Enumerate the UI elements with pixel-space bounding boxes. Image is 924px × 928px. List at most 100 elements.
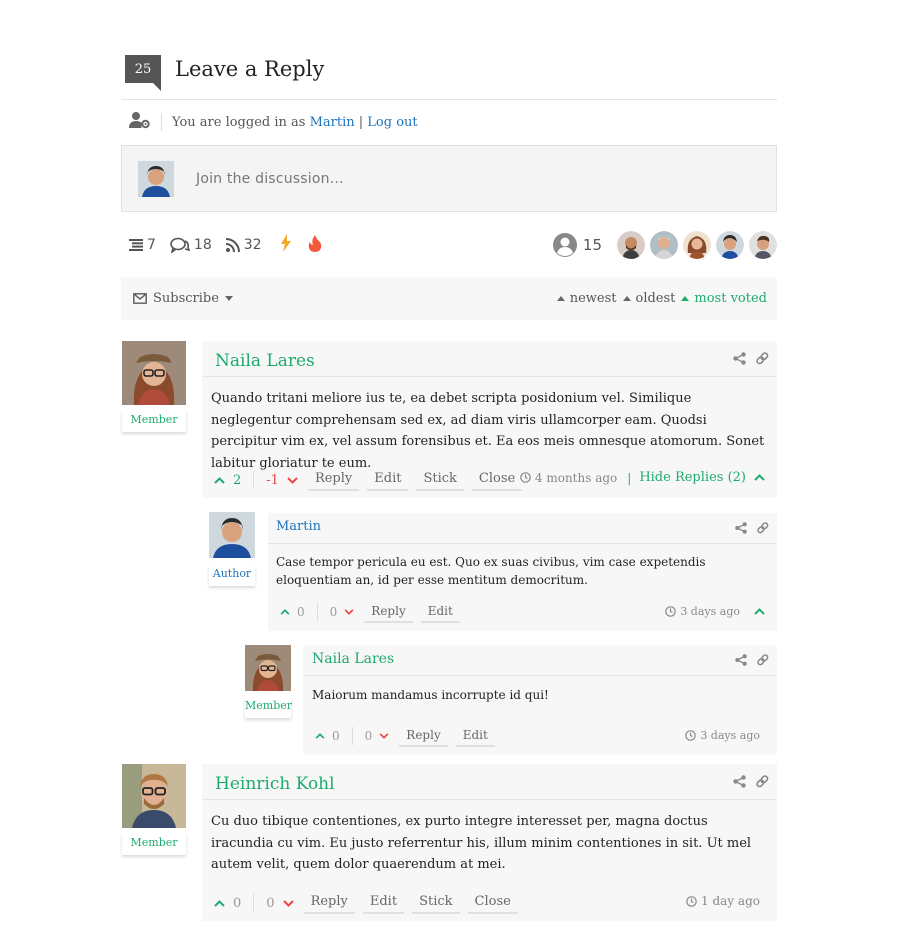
comment-author[interactable]: Naila Lares	[215, 351, 315, 371]
vote-down-count: -1	[266, 472, 279, 488]
threads-stat: 7	[129, 237, 156, 253]
sort-newest[interactable]: newest	[556, 291, 617, 306]
comment-author[interactable]: Naila Lares	[312, 651, 394, 667]
comment-meta: 4 months ago | Hide Replies (2)	[520, 470, 769, 485]
close-button[interactable]: Close	[471, 469, 523, 491]
replies-count: 18	[193, 237, 212, 253]
edit-button[interactable]: Edit	[455, 725, 495, 747]
vote-up-button[interactable]: 2	[214, 473, 245, 488]
comment-time[interactable]: 3 days ago	[700, 729, 760, 742]
edit-button[interactable]: Edit	[367, 469, 409, 491]
threads-count: 7	[147, 237, 156, 253]
share-icon[interactable]	[735, 654, 747, 666]
vote-down-button[interactable]: 0	[262, 896, 294, 911]
editor-placeholder: Join the discussion...	[196, 170, 344, 187]
reply-button[interactable]: Reply	[303, 892, 355, 914]
link-icon[interactable]	[757, 654, 769, 666]
role-badge: Member	[122, 833, 186, 855]
role-badge: Author	[209, 564, 255, 586]
link-icon[interactable]	[757, 522, 769, 534]
avatar[interactable]	[245, 645, 291, 691]
comment-header: Heinrich Kohl	[202, 764, 777, 800]
fire-icon[interactable]	[308, 234, 322, 256]
vote-up-button[interactable]: 0	[315, 729, 344, 743]
comment-text: Quando tritani meliore ius te, ea debet …	[211, 391, 765, 471]
avatar[interactable]	[749, 231, 777, 259]
clock-icon	[665, 606, 677, 617]
share-icon[interactable]	[733, 352, 746, 365]
comment-time[interactable]: 1 day ago	[701, 894, 760, 908]
avatar[interactable]	[650, 231, 678, 259]
vote-up-button[interactable]: 0	[214, 896, 245, 911]
vote-down-button[interactable]: 0	[361, 729, 390, 743]
comment-card: Naila Lares Maiorum mandamus incorrupte …	[303, 645, 777, 755]
chevron-up-icon[interactable]	[754, 608, 765, 615]
vote-up-button[interactable]: 0	[280, 605, 309, 619]
avatar[interactable]	[716, 231, 744, 259]
sort-oldest[interactable]: oldest	[622, 291, 675, 306]
comment-card: Naila Lares Quando tritani meliore ius t…	[202, 341, 777, 498]
comment-editor[interactable]: Join the discussion...	[121, 145, 777, 212]
authors-group: 15	[552, 231, 777, 259]
comment-meta: 3 days ago	[665, 605, 769, 618]
link-icon[interactable]	[756, 775, 769, 788]
share-icon[interactable]	[735, 522, 747, 534]
close-button[interactable]: Close	[467, 892, 518, 914]
reply-button[interactable]: Reply	[364, 601, 413, 623]
comment-actions: 0 0 Reply Edit	[280, 601, 460, 623]
sort-most-voted[interactable]: most voted	[681, 291, 767, 306]
comment-tools	[725, 522, 769, 534]
stick-button[interactable]: Stick	[412, 892, 460, 914]
authors-count: 15	[582, 236, 602, 254]
user-circle-icon	[552, 233, 577, 257]
reply-button[interactable]: Reply	[307, 469, 360, 491]
replies-stat: 18	[170, 237, 212, 253]
divider	[121, 99, 777, 100]
comment-actions: 0 0 Reply Edit Stick Close	[214, 892, 518, 914]
clock-icon	[520, 472, 531, 483]
vote-up-count: 0	[332, 729, 340, 743]
role-badge: Member	[122, 410, 186, 432]
vote-down-button[interactable]: -1	[262, 473, 298, 488]
logout-link[interactable]: Log out	[367, 115, 417, 130]
avatar	[138, 160, 174, 197]
clock-icon	[686, 895, 697, 907]
comment-count-badge: 25	[125, 55, 161, 91]
envelope-icon	[133, 293, 147, 304]
share-icon[interactable]	[733, 775, 746, 788]
hide-replies-toggle[interactable]: Hide Replies (2)	[639, 470, 769, 485]
edit-button[interactable]: Edit	[420, 601, 460, 623]
vote-up-count: 0	[233, 895, 242, 911]
edit-button[interactable]: Edit	[362, 892, 405, 914]
link-icon[interactable]	[756, 352, 769, 365]
threads-icon	[129, 239, 143, 251]
clock-icon	[685, 730, 697, 741]
comment-time[interactable]: 4 months ago	[535, 471, 617, 485]
reply-button[interactable]: Reply	[399, 725, 448, 747]
vote-down-button[interactable]: 0	[326, 605, 355, 619]
sort-bar: Subscribe newest oldest most voted	[121, 277, 777, 320]
login-status: You are logged in as Martin | Log out	[129, 112, 418, 132]
comment-tools	[725, 654, 769, 666]
comment-tools	[723, 352, 769, 365]
stick-button[interactable]: Stick	[416, 469, 464, 491]
vote-down-count: 0	[364, 729, 373, 743]
hide-replies-label: Hide Replies (2)	[639, 470, 746, 485]
comment-author[interactable]: Heinrich Kohl	[215, 774, 335, 794]
avatar[interactable]	[122, 341, 186, 405]
user-settings-icon	[129, 111, 151, 133]
chevron-down-icon	[344, 609, 354, 615]
avatar[interactable]	[617, 231, 645, 259]
comment-card: Martin Case tempor pericula eu est. Quo …	[268, 513, 777, 631]
avatar[interactable]	[683, 231, 711, 259]
comment-meta: 3 days ago	[685, 729, 760, 742]
username-link[interactable]: Martin	[310, 115, 355, 130]
chevron-down-icon	[379, 733, 389, 739]
avatar[interactable]	[122, 764, 186, 828]
subscribe-dropdown[interactable]: Subscribe	[133, 291, 233, 306]
avatar[interactable]	[209, 512, 255, 558]
comment-actions: 0 0 Reply Edit	[315, 725, 495, 747]
comment-time[interactable]: 3 days ago	[680, 605, 740, 618]
bolt-icon[interactable]	[280, 234, 292, 256]
comment-author[interactable]: Martin	[276, 519, 321, 534]
